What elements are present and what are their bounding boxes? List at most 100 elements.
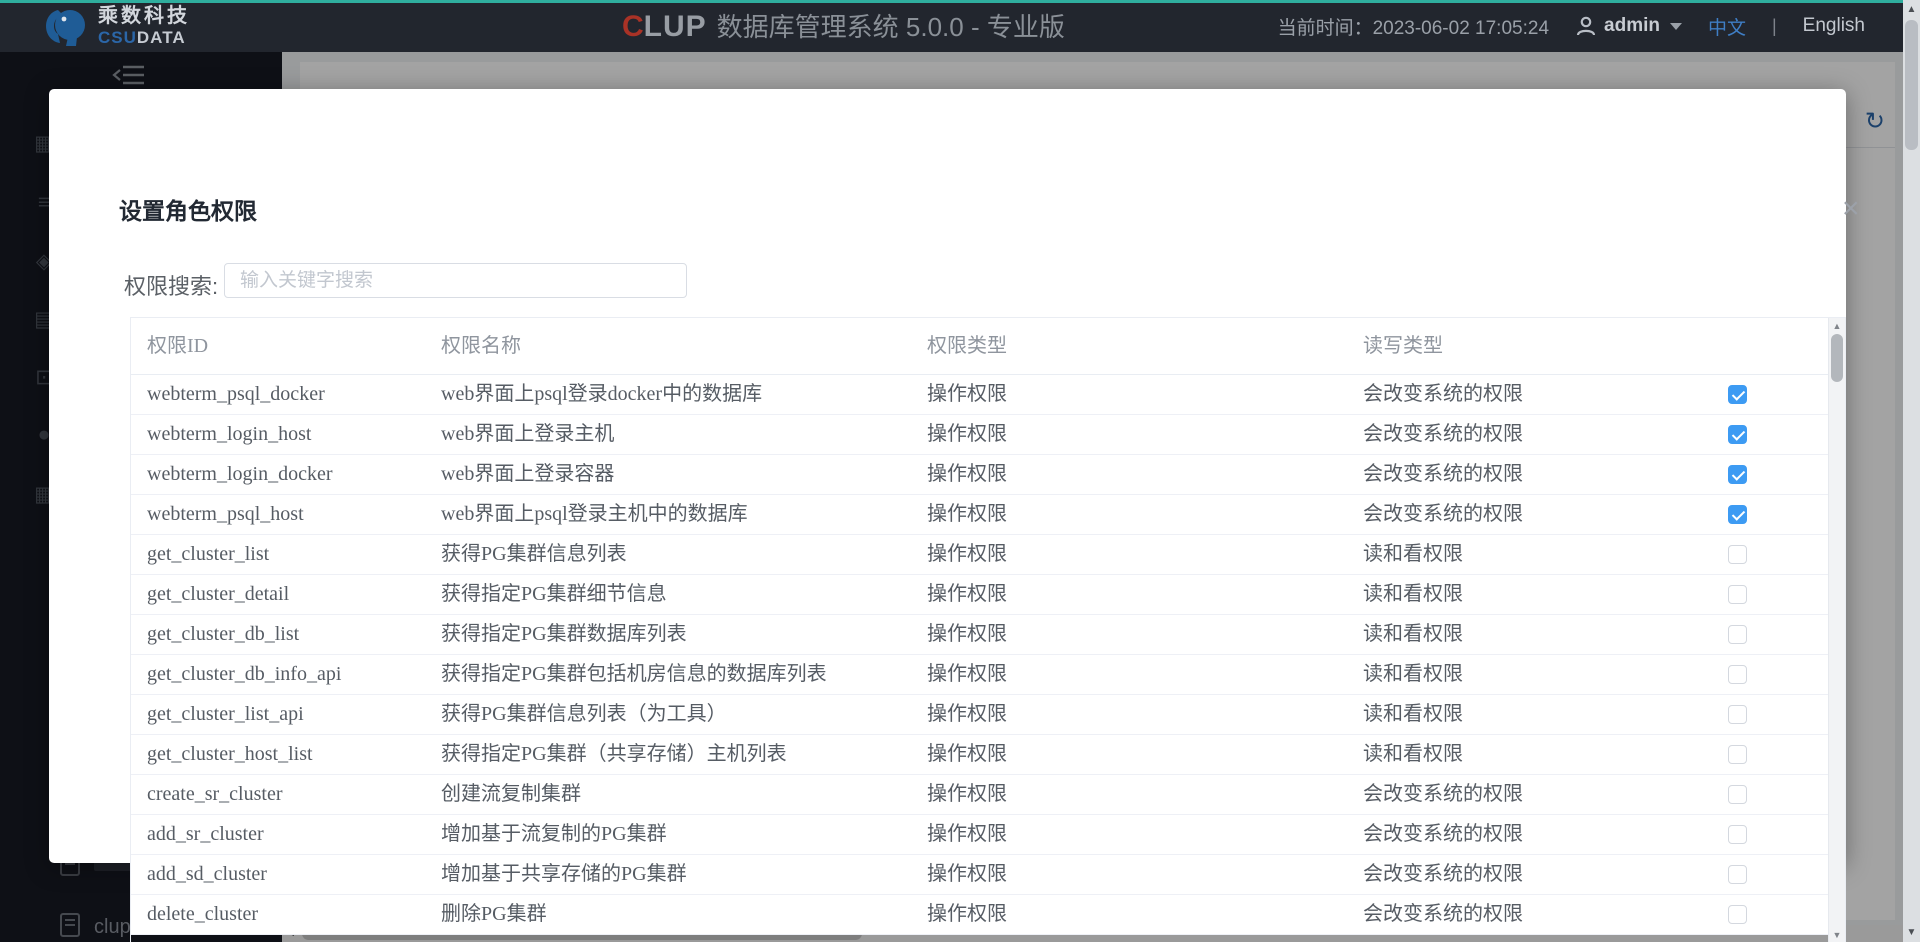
perm-id-cell: webterm_login_docker xyxy=(131,455,425,494)
perm-checkbox[interactable] xyxy=(1728,585,1747,604)
perm-checkbox[interactable] xyxy=(1728,665,1747,684)
app-header: 乘数科技 CSUDATA CLUP数据库管理系统 5.0.0 - 专业版 当前时… xyxy=(0,0,1903,52)
perm-id-cell: add_sr_cluster xyxy=(131,815,425,854)
perm-type-cell: 操作权限 xyxy=(911,895,1347,934)
table-row: webterm_psql_docker web界面上psql登录docker中的… xyxy=(131,375,1830,415)
perm-type-cell: 操作权限 xyxy=(911,655,1347,694)
perm-name-cell: 增加基于流复制的PG集群 xyxy=(425,815,911,854)
perm-rw-cell: 读和看权限 xyxy=(1347,695,1687,734)
perm-id-cell: webterm_psql_docker xyxy=(131,375,425,414)
perm-type-cell: 操作权限 xyxy=(911,815,1347,854)
perm-rw-cell: 会改变系统的权限 xyxy=(1347,455,1687,494)
perm-rw-cell: 读和看权限 xyxy=(1347,615,1687,654)
perm-rw-cell: 读和看权限 xyxy=(1347,735,1687,774)
table-scrollbar[interactable]: ▲ ▼ xyxy=(1828,318,1845,942)
perm-type-cell: 操作权限 xyxy=(911,695,1347,734)
perm-rw-cell: 读和看权限 xyxy=(1347,575,1687,614)
perm-type-cell: 操作权限 xyxy=(911,575,1347,614)
perm-type-cell: 操作权限 xyxy=(911,735,1347,774)
perm-checkbox[interactable] xyxy=(1728,905,1747,924)
perm-name-cell: 获得指定PG集群（共享存储）主机列表 xyxy=(425,735,911,774)
perm-rw-cell: 读和看权限 xyxy=(1347,535,1687,574)
perm-id-cell: create_sr_cluster xyxy=(131,775,425,814)
perm-id-cell: delete_cluster xyxy=(131,895,425,934)
table-header-row: 权限ID 权限名称 权限类型 读写类型 xyxy=(131,318,1830,375)
perm-name-cell: web界面上psql登录docker中的数据库 xyxy=(425,375,911,414)
close-icon[interactable]: × xyxy=(1842,195,1860,223)
user-name: admin xyxy=(1604,15,1660,37)
col-header-perm-id: 权限ID xyxy=(131,318,425,374)
perm-name-cell: 获得指定PG集群细节信息 xyxy=(425,575,911,614)
perm-rw-cell: 会改变系统的权限 xyxy=(1347,415,1687,454)
perm-checkbox[interactable] xyxy=(1728,745,1747,764)
perm-name-cell: 获得PG集群信息列表 xyxy=(425,535,911,574)
perm-id-cell: add_sd_cluster xyxy=(131,855,425,894)
perm-type-cell: 操作权限 xyxy=(911,855,1347,894)
table-row: webterm_login_host web界面上登录主机 操作权限 会改变系统… xyxy=(131,415,1830,455)
perm-rw-cell: 会改变系统的权限 xyxy=(1347,895,1687,934)
perm-type-cell: 操作权限 xyxy=(911,375,1347,414)
perm-type-cell: 操作权限 xyxy=(911,415,1347,454)
perm-type-cell: 操作权限 xyxy=(911,535,1347,574)
perm-id-cell: get_cluster_list_api xyxy=(131,695,425,734)
perm-type-cell: 操作权限 xyxy=(911,615,1347,654)
perm-checkbox[interactable] xyxy=(1728,545,1747,564)
perm-id-cell: get_cluster_host_list xyxy=(131,735,425,774)
current-time: 当前时间：2023-06-02 17:05:24 xyxy=(1278,13,1549,40)
browser-scrollbar[interactable]: ▲ ▼ xyxy=(1903,0,1920,942)
table-row: get_cluster_host_list 获得指定PG集群（共享存储）主机列表… xyxy=(131,735,1830,775)
set-role-permissions-dialog: 设置角色权限 × 权限搜索: 权限ID 权限名称 权限类型 读写类型 webte… xyxy=(49,89,1846,863)
table-scroll-up-icon[interactable]: ▲ xyxy=(1829,321,1845,331)
perm-rw-cell: 读和看权限 xyxy=(1347,655,1687,694)
perm-rw-cell: 会改变系统的权限 xyxy=(1347,855,1687,894)
perm-rw-cell: 会改变系统的权限 xyxy=(1347,775,1687,814)
lang-switch-en[interactable]: English xyxy=(1803,15,1865,37)
perm-checkbox[interactable] xyxy=(1728,705,1747,724)
user-icon xyxy=(1575,15,1597,37)
perm-checkbox[interactable] xyxy=(1728,785,1747,804)
perm-checkbox[interactable] xyxy=(1728,825,1747,844)
perm-checkbox[interactable] xyxy=(1728,625,1747,644)
table-row: add_sd_cluster 增加基于共享存储的PG集群 操作权限 会改变系统的… xyxy=(131,855,1830,895)
table-row: get_cluster_db_list 获得指定PG集群数据库列表 操作权限 读… xyxy=(131,615,1830,655)
perm-name-cell: web界面上登录容器 xyxy=(425,455,911,494)
perm-id-cell: get_cluster_list xyxy=(131,535,425,574)
brand-logo: 乘数科技 CSUDATA xyxy=(44,4,190,48)
lang-switch-cn[interactable]: 中文 xyxy=(1708,13,1746,40)
perm-rw-cell: 会改变系统的权限 xyxy=(1347,815,1687,854)
user-menu[interactable]: admin xyxy=(1575,15,1682,37)
perm-checkbox[interactable] xyxy=(1728,465,1747,484)
table-row: create_sr_cluster 创建流复制集群 操作权限 会改变系统的权限 xyxy=(131,775,1830,815)
col-header-perm-type: 权限类型 xyxy=(911,318,1347,374)
perm-id-cell: webterm_login_host xyxy=(131,415,425,454)
vertical-scroll-thumb[interactable] xyxy=(1905,20,1918,150)
col-header-checkbox xyxy=(1687,318,1830,374)
table-row: delete_cluster 删除PG集群 操作权限 会改变系统的权限 xyxy=(131,895,1830,935)
scroll-down-icon[interactable]: ▼ xyxy=(1903,927,1920,938)
table-body: webterm_psql_docker web界面上psql登录docker中的… xyxy=(131,375,1845,935)
chevron-down-icon xyxy=(1670,23,1682,30)
table-row: get_cluster_list_api 获得PG集群信息列表（为工具） 操作权… xyxy=(131,695,1830,735)
perm-checkbox[interactable] xyxy=(1728,505,1747,524)
perm-name-cell: 增加基于共享存储的PG集群 xyxy=(425,855,911,894)
perm-rw-cell: 会改变系统的权限 xyxy=(1347,495,1687,534)
table-scroll-down-icon[interactable]: ▼ xyxy=(1829,930,1845,940)
table-row: get_cluster_list 获得PG集群信息列表 操作权限 读和看权限 xyxy=(131,535,1830,575)
perm-id-cell: webterm_psql_host xyxy=(131,495,425,534)
table-row: webterm_login_docker web界面上登录容器 操作权限 会改变… xyxy=(131,455,1830,495)
table-row: get_cluster_detail 获得指定PG集群细节信息 操作权限 读和看… xyxy=(131,575,1830,615)
permission-search-input[interactable] xyxy=(224,263,687,298)
perm-type-cell: 操作权限 xyxy=(911,775,1347,814)
perm-rw-cell: 会改变系统的权限 xyxy=(1347,375,1687,414)
perm-checkbox[interactable] xyxy=(1728,385,1747,404)
table-row: add_sr_cluster 增加基于流复制的PG集群 操作权限 会改变系统的权… xyxy=(131,815,1830,855)
perm-name-cell: 获得PG集群信息列表（为工具） xyxy=(425,695,911,734)
perm-checkbox[interactable] xyxy=(1728,425,1747,444)
table-scroll-thumb[interactable] xyxy=(1831,334,1843,382)
perm-checkbox[interactable] xyxy=(1728,865,1747,884)
scroll-up-icon[interactable]: ▲ xyxy=(1903,4,1920,15)
perm-type-cell: 操作权限 xyxy=(911,495,1347,534)
perm-name-cell: 获得指定PG集群数据库列表 xyxy=(425,615,911,654)
perm-id-cell: get_cluster_db_list xyxy=(131,615,425,654)
dialog-title: 设置角色权限 xyxy=(119,192,257,226)
